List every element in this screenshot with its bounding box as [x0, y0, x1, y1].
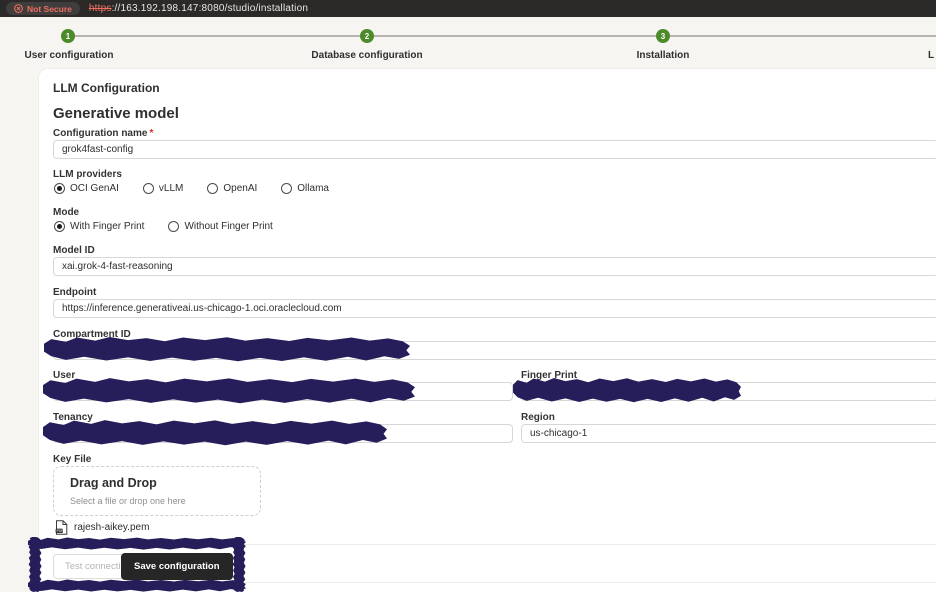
- step-label-installation[interactable]: Installation: [637, 50, 690, 61]
- svg-text:PDF: PDF: [57, 529, 64, 533]
- required-asterisk: *: [149, 128, 153, 139]
- step-number: 1: [66, 32, 70, 41]
- key-file-label: Key File: [53, 454, 91, 465]
- radio-unselected-icon[interactable]: [281, 183, 292, 194]
- radio-oci-genai[interactable]: OCI GenAI: [54, 183, 119, 194]
- key-file-dropzone[interactable]: Drag and Drop Select a file or drop one …: [53, 466, 261, 516]
- radio-label: With Finger Print: [70, 221, 144, 232]
- uploaded-file-chip[interactable]: PDF rajesh-aikey.pem: [55, 520, 149, 535]
- step-number: 2: [365, 32, 369, 41]
- region-input[interactable]: [521, 424, 936, 443]
- label-text: Configuration name: [53, 128, 147, 139]
- radio-unselected-icon[interactable]: [143, 183, 154, 194]
- finger-print-label: Finger Print: [521, 370, 577, 381]
- radio-unselected-icon[interactable]: [168, 221, 179, 232]
- radio-without-finger-print[interactable]: Without Finger Print: [168, 221, 272, 232]
- stepper-connector-line: [68, 35, 936, 37]
- page-title: LLM Configuration: [53, 81, 160, 95]
- dropzone-subtitle: Select a file or drop one here: [70, 496, 186, 506]
- url-rest: ://163.192.198.147:8080/studio/installat…: [112, 3, 309, 14]
- user-label: User: [53, 370, 75, 381]
- not-secure-badge[interactable]: Not Secure: [6, 2, 80, 15]
- radio-selected-icon[interactable]: [54, 183, 65, 194]
- llm-providers-radio-group: OCI GenAI vLLM OpenAI Ollama: [54, 183, 329, 194]
- step-circle-3[interactable]: 3: [656, 29, 670, 43]
- step-label-partial-4[interactable]: L: [928, 50, 934, 61]
- not-secure-label: Not Secure: [27, 4, 72, 14]
- page: { "browser": { "badge_label": "Not Secur…: [0, 0, 936, 592]
- divider-above-buttons: [39, 544, 936, 545]
- step-number: 3: [661, 32, 665, 41]
- mode-radio-group: With Finger Print Without Finger Print: [54, 221, 273, 232]
- radio-ollama[interactable]: Ollama: [281, 183, 329, 194]
- redaction-scribble-user: [43, 377, 415, 404]
- step-label-user-configuration[interactable]: User configuration: [25, 50, 114, 61]
- radio-label: OCI GenAI: [70, 183, 119, 194]
- step-circle-1[interactable]: 1: [61, 29, 75, 43]
- llm-providers-label: LLM providers: [53, 169, 122, 180]
- radio-label: vLLM: [159, 183, 183, 194]
- compartment-id-label: Compartment ID: [53, 329, 131, 340]
- url-text[interactable]: https://163.192.198.147:8080/studio/inst…: [89, 3, 308, 14]
- redaction-scribble-tenancy: [43, 419, 387, 446]
- browser-address-bar[interactable]: Not Secure https://163.192.198.147:8080/…: [0, 0, 936, 17]
- mode-label: Mode: [53, 207, 79, 218]
- model-id-label: Model ID: [53, 245, 95, 256]
- document-icon: PDF: [55, 520, 68, 535]
- redaction-scribble-compartment-id: [44, 336, 410, 362]
- dropzone-title: Drag and Drop: [70, 476, 157, 490]
- radio-label: OpenAI: [223, 183, 257, 194]
- circle-x-icon: [14, 4, 23, 13]
- configuration-name-label: Configuration name*: [53, 128, 153, 139]
- endpoint-input[interactable]: [53, 299, 936, 318]
- uploaded-file-name: rajesh-aikey.pem: [74, 522, 149, 533]
- redaction-scribble-finger-print: [513, 377, 741, 403]
- step-circle-2[interactable]: 2: [360, 29, 374, 43]
- radio-label: Without Finger Print: [184, 221, 272, 232]
- radio-with-finger-print[interactable]: With Finger Print: [54, 221, 144, 232]
- radio-label: Ollama: [297, 183, 329, 194]
- radio-openai[interactable]: OpenAI: [207, 183, 257, 194]
- radio-selected-icon[interactable]: [54, 221, 65, 232]
- url-scheme: https: [89, 3, 112, 14]
- radio-unselected-icon[interactable]: [207, 183, 218, 194]
- configuration-name-input[interactable]: [53, 140, 936, 159]
- divider-below-buttons: [39, 582, 936, 583]
- save-configuration-button[interactable]: Save configuration: [121, 553, 233, 580]
- llm-configuration-card: LLM Configuration Generative model Confi…: [38, 68, 936, 592]
- region-label: Region: [521, 412, 555, 423]
- generative-model-heading: Generative model: [53, 105, 179, 122]
- step-label-database-configuration[interactable]: Database configuration: [311, 50, 422, 61]
- endpoint-label: Endpoint: [53, 287, 96, 298]
- radio-vllm[interactable]: vLLM: [143, 183, 183, 194]
- model-id-input[interactable]: [53, 257, 936, 276]
